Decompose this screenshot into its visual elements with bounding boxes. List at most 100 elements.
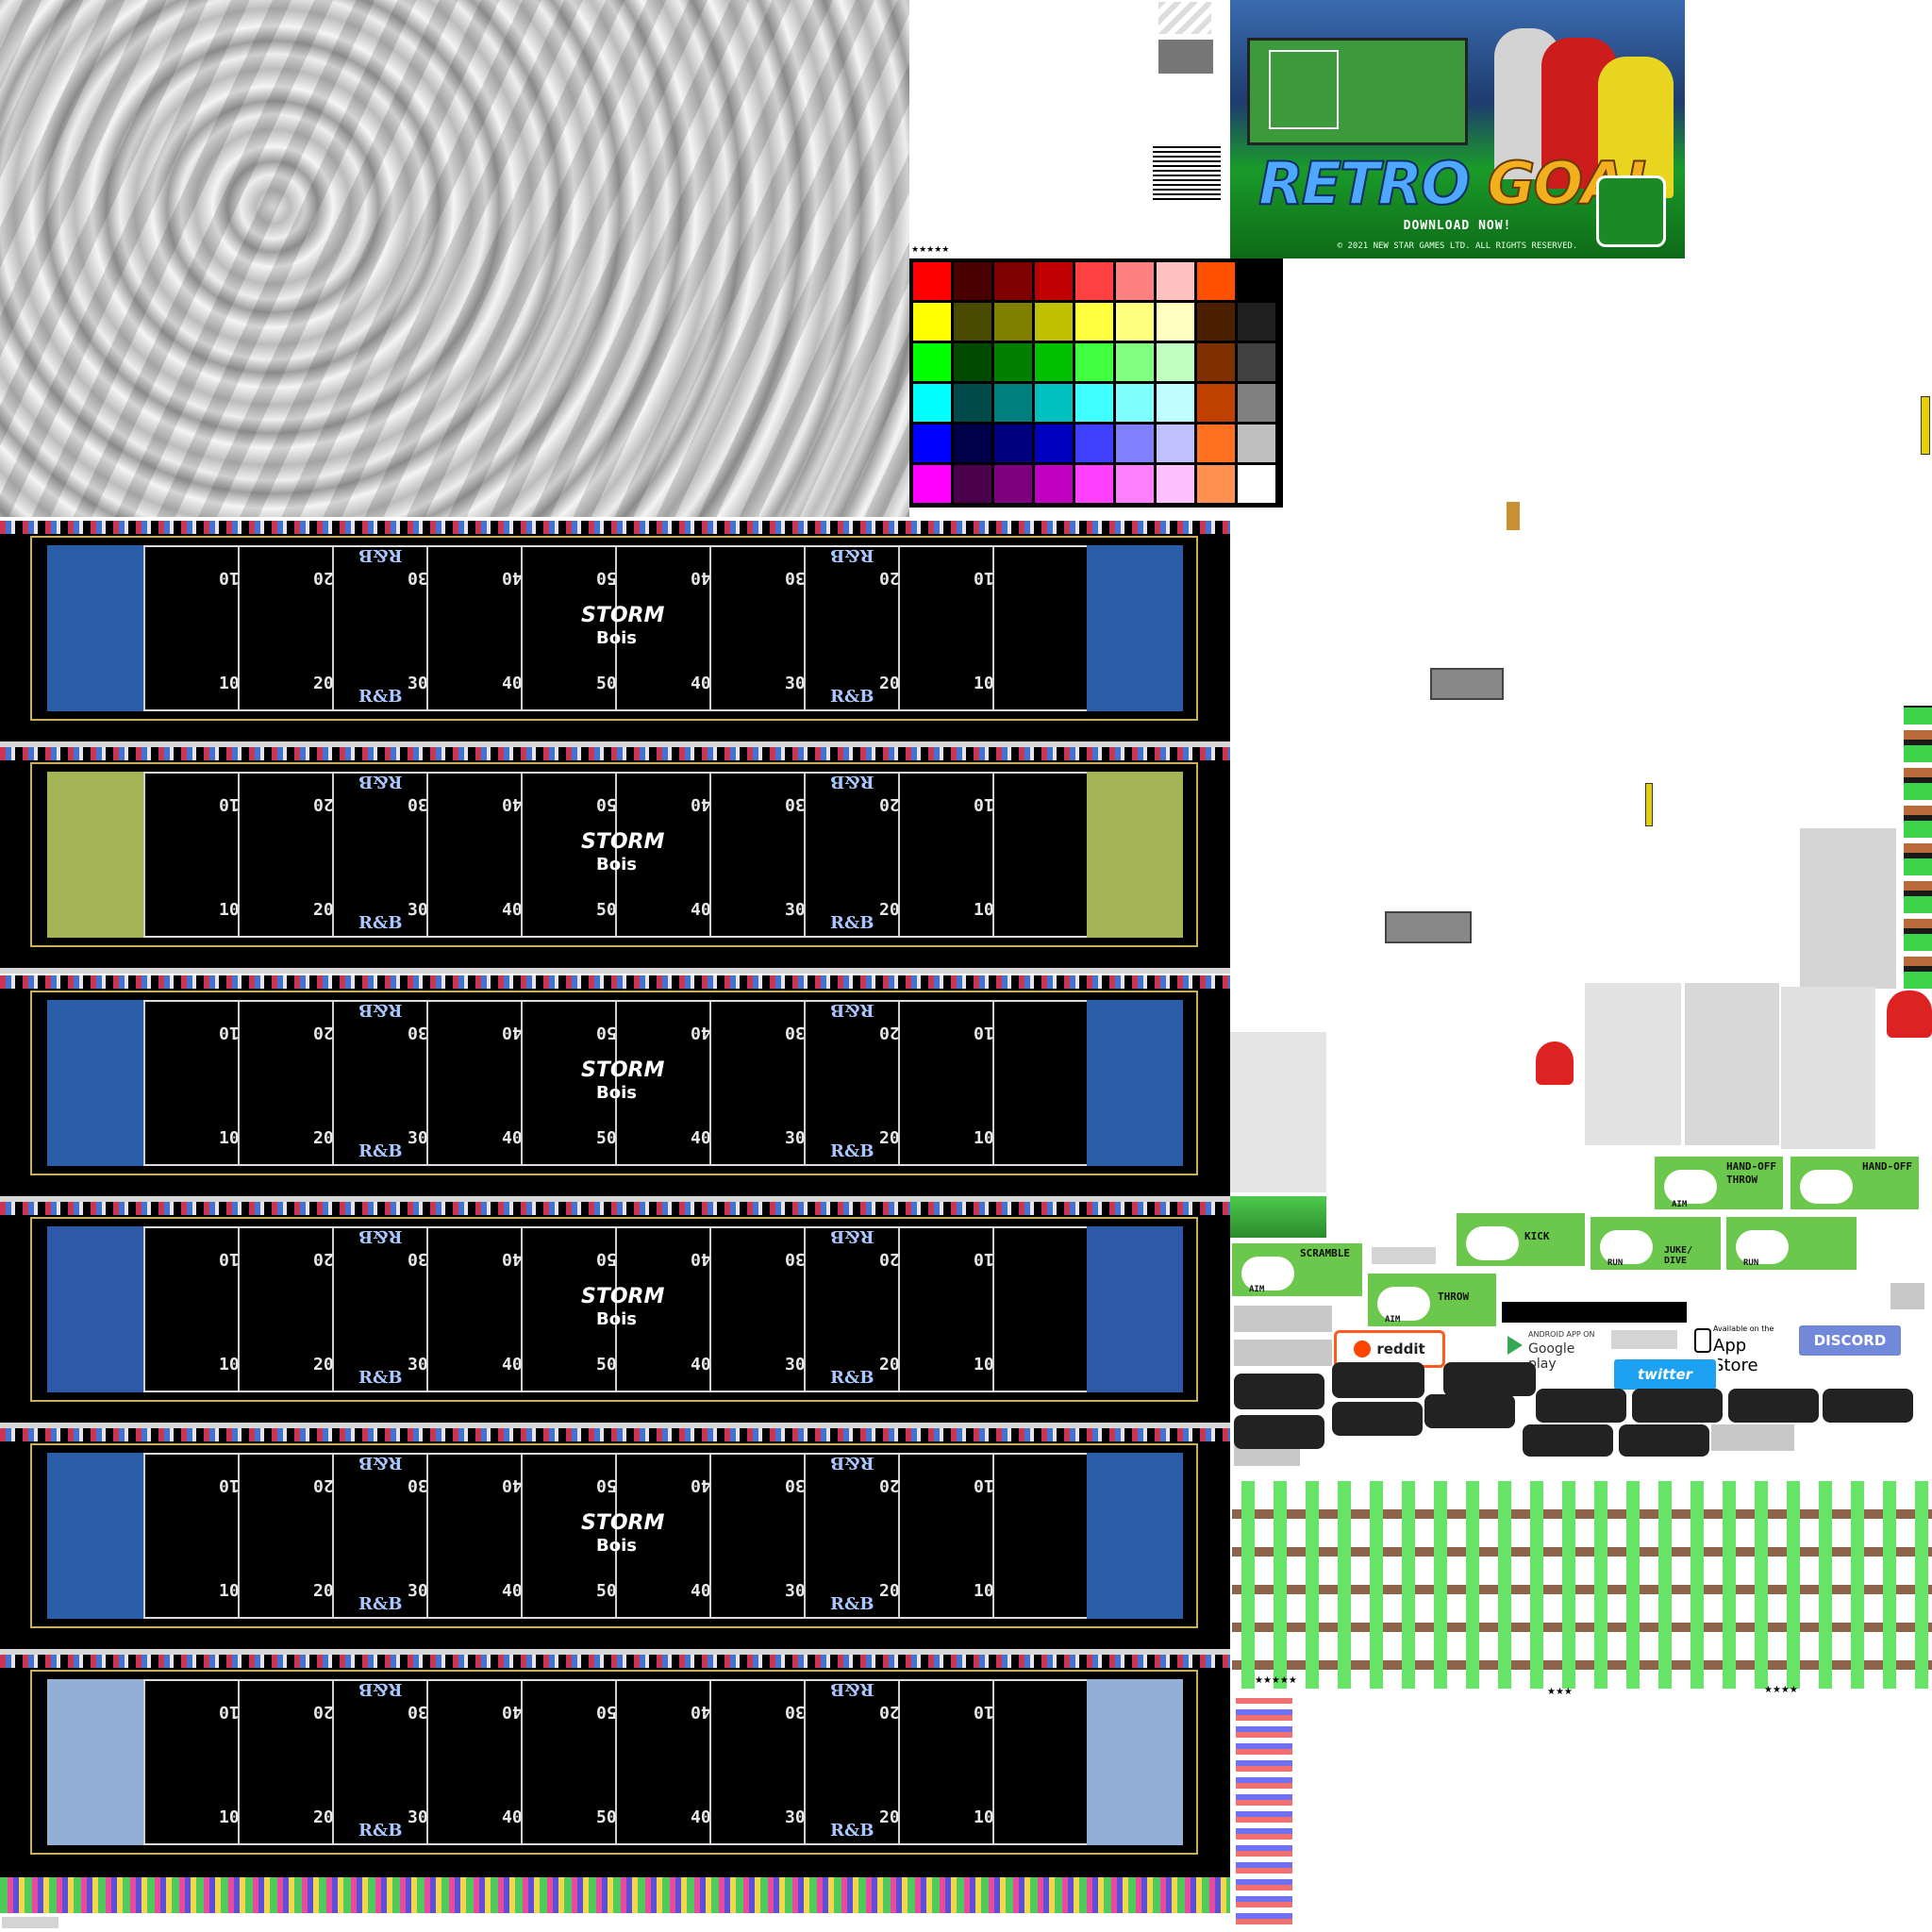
palette-swatch — [913, 262, 951, 300]
yard-number-bottom: 10 — [219, 674, 240, 693]
ad-download-cta[interactable]: DOWNLOAD NOW! — [1230, 219, 1685, 233]
rb-logo-bottom-left: R&B — [358, 1141, 403, 1161]
yard-number-bottom: 20 — [313, 900, 334, 920]
stadium-stands — [0, 1428, 1230, 1441]
palette-swatch — [1238, 425, 1275, 462]
yard-number-top: 40 — [502, 1702, 523, 1722]
yard-number-top: 40 — [502, 794, 523, 814]
yard-number-bottom: 10 — [974, 674, 994, 693]
palette-swatch — [1238, 343, 1275, 381]
yard-number-top: 50 — [596, 568, 617, 588]
rb-logo-top-right: R&B — [830, 1453, 874, 1473]
dark-pill-11 — [1523, 1424, 1613, 1457]
palette-swatch — [1116, 425, 1154, 462]
rb-logo-top-right: R&B — [830, 772, 874, 791]
bois-logo: Bois — [596, 855, 637, 874]
control-card-handoff: HAND-OFF — [1790, 1157, 1919, 1209]
yard-number-top: 10 — [219, 1023, 240, 1042]
palette-swatch — [1157, 262, 1194, 300]
yard-number-top: 10 — [219, 794, 240, 814]
yard-number-top: 30 — [785, 1023, 806, 1042]
yard-number-bottom: 20 — [313, 674, 334, 693]
retro-goal-ad-banner[interactable]: RETRO GOAL DOWNLOAD NOW! © 2021 NEW STAR… — [1230, 0, 1685, 258]
yard-number-top: 20 — [879, 1249, 900, 1269]
yard-number-top: 50 — [596, 794, 617, 814]
football-field-6: R&B R&B R&B R&B 10 20 30 40 50 40 30 20 10 10 20 30… — [0, 1655, 1230, 1881]
palette-swatch — [1197, 262, 1235, 300]
rb-logo-bottom-right: R&B — [830, 1594, 874, 1614]
rb-logo-top-right: R&B — [830, 1679, 874, 1699]
helmet-red-icon — [1536, 1041, 1574, 1085]
yard-number-bottom: 40 — [502, 1807, 523, 1827]
yard-number-top: 30 — [408, 1475, 428, 1495]
yard-number-bottom: 30 — [408, 674, 428, 693]
palette-swatch — [913, 303, 951, 341]
palette-swatch — [954, 343, 991, 381]
football-field-2: STORM Bois R&B R&B R&B R&B 10 20 30 40 50 40 3… — [0, 747, 1230, 974]
palette-swatch — [1035, 425, 1073, 462]
app-store-badge[interactable]: Available on the App Store — [1690, 1321, 1794, 1375]
stadium-stands — [0, 747, 1230, 760]
palette-swatch — [1075, 343, 1113, 381]
endzone-right — [1087, 772, 1183, 938]
rb-logo-top-left: R&B — [358, 1226, 403, 1246]
rb-logo-top-left: R&B — [358, 1000, 403, 1020]
palette-swatch — [1035, 343, 1073, 381]
yard-number-bottom: 50 — [596, 1807, 617, 1827]
yard-number-top: 20 — [313, 1475, 334, 1495]
rb-logo-top-right: R&B — [830, 545, 874, 565]
grey-box-g — [1890, 1283, 1924, 1309]
palette-swatch — [1075, 262, 1113, 300]
yard-number-top: 30 — [408, 568, 428, 588]
yard-number-top: 10 — [219, 568, 240, 588]
yard-number-bottom: 30 — [408, 1128, 428, 1148]
yard-number-bottom: 10 — [974, 1128, 994, 1148]
stadium-stands — [0, 1202, 1230, 1215]
yard-number-bottom: 20 — [313, 1581, 334, 1601]
google-play-icon — [1507, 1336, 1523, 1355]
yard-number-bottom: 30 — [408, 1581, 428, 1601]
grey-button-tile — [1430, 668, 1504, 700]
yard-number-top: 10 — [219, 1249, 240, 1269]
gamepad-icon — [1664, 1170, 1717, 1204]
stars-row-2: ★★★ — [1547, 1687, 1573, 1697]
yard-number-top: 40 — [691, 1475, 711, 1495]
rb-logo-bottom-left: R&B — [358, 687, 403, 707]
palette-swatch — [913, 384, 951, 422]
palette-swatch — [913, 425, 951, 462]
yard-number-top: 10 — [974, 794, 994, 814]
control-card-run: RUN — [1726, 1217, 1857, 1270]
yard-number-bottom: 20 — [313, 1807, 334, 1827]
discord-badge[interactable]: DISCORD — [1796, 1323, 1904, 1358]
rb-logo-top-left: R&B — [358, 545, 403, 565]
palette-swatch — [994, 343, 1032, 381]
gamepad-icon — [1800, 1170, 1853, 1204]
yard-number-bottom: 20 — [313, 1128, 334, 1148]
google-play-badge[interactable]: ANDROID APP ON Google play — [1506, 1328, 1600, 1372]
endzone-left — [47, 1679, 143, 1845]
dark-pill-2 — [1234, 1374, 1324, 1409]
yard-number-top: 20 — [879, 568, 900, 588]
stadium-stands — [0, 521, 1230, 534]
palette-swatch — [1157, 465, 1194, 503]
yard-number-bottom: 10 — [974, 1355, 994, 1374]
sprite-column — [1236, 1698, 1292, 1924]
yard-number-bottom: 40 — [691, 674, 711, 693]
palette-swatch — [954, 262, 991, 300]
twitter-badge[interactable]: twitter — [1611, 1357, 1719, 1392]
yard-number-bottom: 20 — [879, 1807, 900, 1827]
endzone-right — [1087, 1000, 1183, 1166]
rb-logo-top-left: R&B — [358, 1453, 403, 1473]
yellow-bar — [1921, 396, 1930, 455]
rb-logo-bottom-right: R&B — [830, 1141, 874, 1161]
yard-number-top: 50 — [596, 1475, 617, 1495]
palette-swatch — [913, 343, 951, 381]
yard-number-bottom: 40 — [502, 1581, 523, 1601]
yard-number-top: 50 — [596, 1023, 617, 1042]
control-card-run-juke: JUKE/ DIVE RUN — [1591, 1217, 1721, 1270]
storm-logo: STORM — [581, 1511, 665, 1535]
yard-number-top: 10 — [974, 1475, 994, 1495]
stars-row-1: ★★★★★ — [1255, 1675, 1297, 1686]
yard-number-bottom: 20 — [879, 674, 900, 693]
football-field-3: STORM Bois R&B R&B R&B R&B 10 20 30 40 50 40 3… — [0, 975, 1230, 1202]
